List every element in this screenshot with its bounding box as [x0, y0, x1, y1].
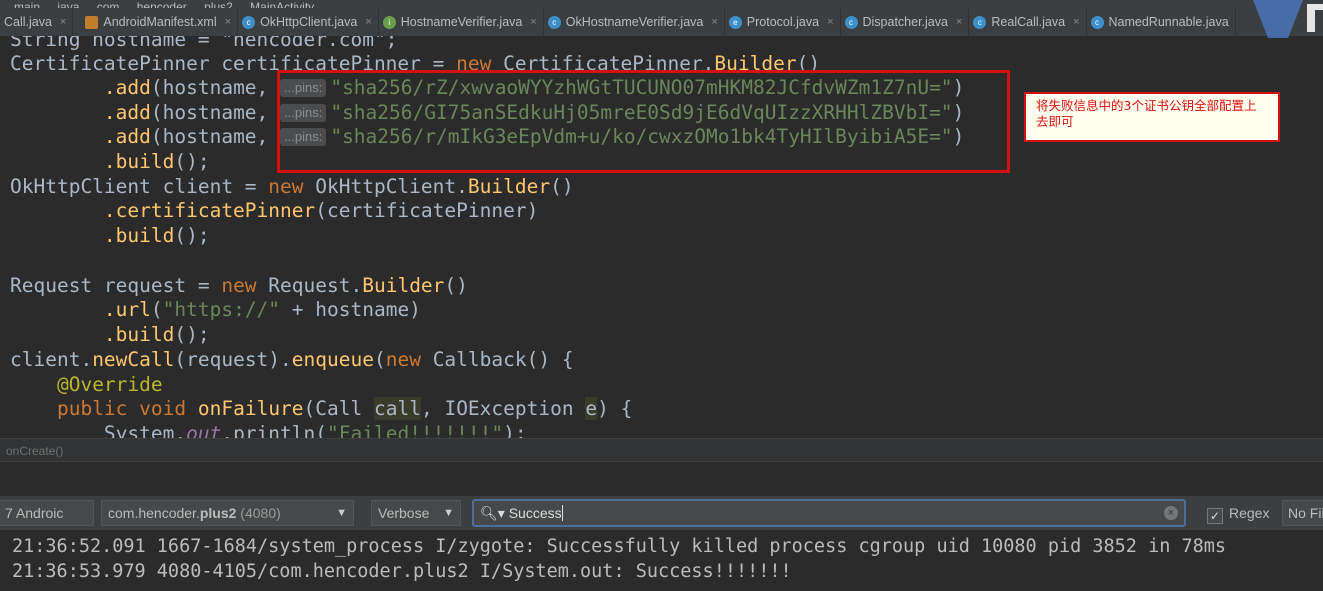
tab-okhttpclient[interactable]: c OkHttpClient.java × — [238, 8, 379, 36]
close-icon[interactable]: × — [956, 16, 962, 28]
tab-label: NamedRunnable.java — [1108, 15, 1229, 29]
logcat-output[interactable]: 21:36:52.091 1667-1684/system_process I/… — [0, 530, 1323, 591]
tab-dispatcher[interactable]: c Dispatcher.java × — [841, 8, 970, 36]
regex-checkbox[interactable]: ✓ Regex — [1207, 500, 1269, 526]
tab-call-java[interactable]: Call.java × — [0, 8, 74, 36]
class-icon: c — [242, 15, 256, 29]
code-line: OkHttpClient client = new OkHttpClient.B… — [10, 175, 574, 198]
tab-realcall[interactable]: c RealCall.java × — [969, 8, 1087, 36]
code-line: .build(); — [103, 150, 210, 173]
divider — [0, 462, 1323, 496]
close-icon[interactable]: × — [827, 16, 833, 28]
tab-label: HostnameVerifier.java — [400, 15, 523, 29]
interface-icon: i — [382, 15, 396, 29]
logcat-toolbar: 7 Androic com.hencoder.plus2 (4080) ▼ Ver… — [0, 496, 1323, 530]
process-dropdown[interactable]: com.hencoder.plus2 (4080) ▼ — [101, 500, 354, 526]
tab-label: RealCall.java — [991, 15, 1066, 29]
tab-hostnameverifier[interactable]: i HostnameVerifier.java × — [379, 8, 544, 36]
class-icon: c — [844, 15, 858, 29]
code-line: .build(); — [103, 323, 210, 346]
code-line: String hostname = "hencoder.com"; — [10, 36, 398, 51]
tab-namedrunnable[interactable]: c NamedRunnable.java — [1087, 8, 1236, 36]
enum-icon: e — [728, 15, 742, 29]
tab-label: Protocol.java — [746, 15, 820, 29]
close-icon[interactable]: × — [225, 16, 231, 28]
filter-dropdown[interactable]: No Fil — [1282, 500, 1323, 526]
log-line: 21:36:52.091 1667-1684/system_process I/… — [12, 536, 1227, 557]
class-icon: c — [547, 15, 561, 29]
code-line: Request request = new Request.Builder() — [10, 274, 468, 297]
tab-label: Dispatcher.java — [862, 15, 948, 29]
code-line: .build(); — [103, 224, 210, 247]
code-line: client.newCall(request).enqueue(new Call… — [10, 348, 574, 371]
close-icon[interactable]: × — [711, 16, 717, 28]
class-icon: c — [1090, 15, 1104, 29]
chevron-down-icon: ▼ — [336, 507, 347, 519]
tab-label: OkHostnameVerifier.java — [565, 15, 704, 29]
highlight-box — [277, 70, 1010, 173]
close-icon[interactable]: × — [365, 16, 371, 28]
structure-breadcrumb[interactable]: onCreate() — [0, 438, 1323, 462]
close-icon[interactable]: × — [1073, 16, 1079, 28]
editor-tab-bar: Call.java × AndroidManifest.xml × c OkHttpC… — [0, 8, 1323, 37]
code-line: .url("https://" + hostname) — [103, 298, 421, 321]
close-icon[interactable]: × — [60, 16, 66, 28]
code-line: @Override — [56, 373, 163, 396]
device-dropdown[interactable]: 7 Androic — [0, 500, 94, 526]
class-icon: c — [973, 15, 987, 29]
clear-icon[interactable]: × — [1164, 506, 1178, 520]
tab-label: OkHttpClient.java — [260, 15, 358, 29]
code-line: .certificatePinner(certificatePinner) — [103, 199, 539, 222]
search-icon: 🔍︎▾ — [480, 505, 505, 521]
tab-android-manifest[interactable]: AndroidManifest.xml × — [73, 8, 239, 36]
chevron-down-icon: ▼ — [443, 507, 454, 519]
code-line: System.out.println("Failed!!!!!!!"); — [103, 422, 527, 438]
close-icon[interactable]: × — [530, 16, 536, 28]
checkbox-icon[interactable]: ✓ — [1207, 508, 1223, 524]
tab-label: AndroidManifest.xml — [103, 15, 217, 29]
watermark-logo-icon — [1253, 0, 1323, 38]
breadcrumb: main java com hencoder plus2 MainActivit… — [0, 0, 1323, 8]
tab-label: Call.java — [4, 15, 52, 29]
tab-protocol[interactable]: e Protocol.java × — [725, 8, 841, 36]
logcat-search-input[interactable]: 🔍︎▾ Success × — [472, 499, 1186, 527]
tab-okhostnameverifier[interactable]: c OkHostnameVerifier.java × — [544, 8, 725, 36]
xml-icon — [85, 15, 99, 29]
annotation-callout: 将失败信息中的3个证书公钥全部配置上去即可 — [1024, 92, 1280, 142]
log-line: 21:36:53.979 4080-4105/com.hencoder.plus… — [12, 561, 792, 582]
log-level-dropdown[interactable]: Verbose ▼ — [371, 500, 461, 526]
code-line: public void onFailure(Call call, IOExcep… — [56, 397, 633, 420]
